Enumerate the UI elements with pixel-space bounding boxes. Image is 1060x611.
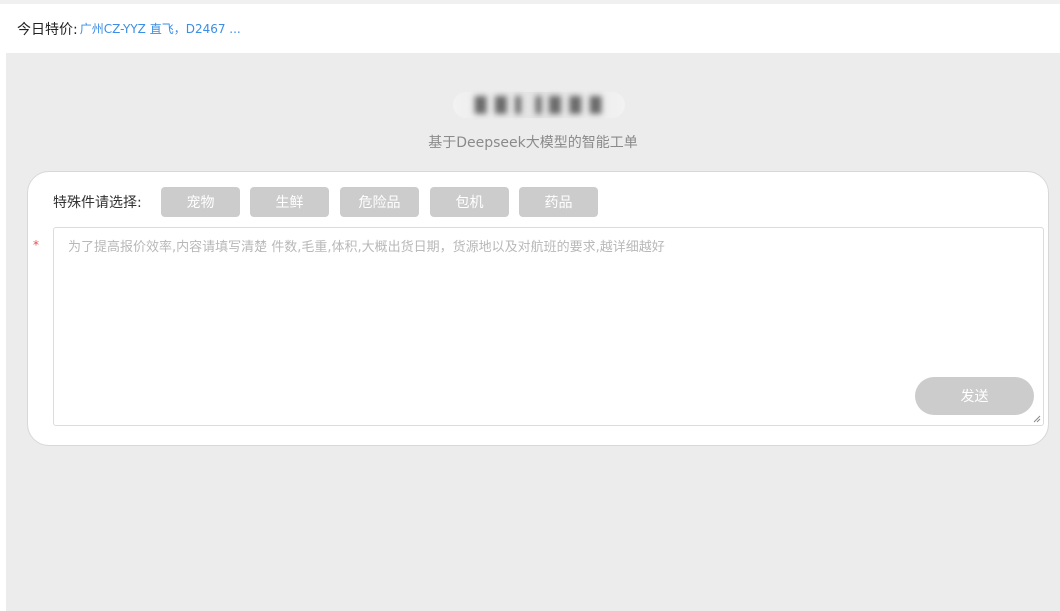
- brand-logo-text: █ █ ▌ ▌█ █ █: [474, 96, 604, 114]
- request-textarea-placeholder: 为了提高报价效率,内容请填写清楚 件数,毛重,体积,大概出货日期，货源地以及对航…: [68, 240, 665, 255]
- tag-charter-button[interactable]: 包机: [430, 187, 509, 217]
- tag-fresh-button[interactable]: 生鲜: [250, 187, 329, 217]
- request-textarea[interactable]: 为了提高报价效率,内容请填写清楚 件数,毛重,体积,大概出货日期，货源地以及对航…: [53, 227, 1044, 426]
- page-subtitle: 基于Deepseek大模型的智能工单: [428, 135, 638, 151]
- special-offer-label: 今日特价:: [17, 21, 78, 38]
- tag-medicine-button[interactable]: 药品: [519, 187, 598, 217]
- send-button[interactable]: 发送: [915, 377, 1034, 415]
- ticket-form-card: 特殊件请选择: 宠物 生鲜 危险品 包机 药品 * 为了提高报价效率,内容请填写…: [27, 171, 1049, 446]
- brand-logo: █ █ ▌ ▌█ █ █: [453, 92, 625, 118]
- special-offer-link[interactable]: 广州CZ-YYZ 直飞，D2467 ...: [80, 20, 241, 37]
- tag-pet-button[interactable]: 宠物: [161, 187, 240, 217]
- required-mark: *: [33, 238, 39, 252]
- main-content: █ █ ▌ ▌█ █ █ 基于Deepseek大模型的智能工单 特殊件请选择: …: [6, 53, 1060, 611]
- resize-handle-icon[interactable]: [1033, 415, 1041, 423]
- tag-dangerous-goods-button[interactable]: 危险品: [340, 187, 419, 217]
- special-offer-bar: 今日特价: 广州CZ-YYZ 直飞，D2467 ...: [0, 4, 1060, 53]
- special-item-label: 特殊件请选择:: [53, 195, 142, 211]
